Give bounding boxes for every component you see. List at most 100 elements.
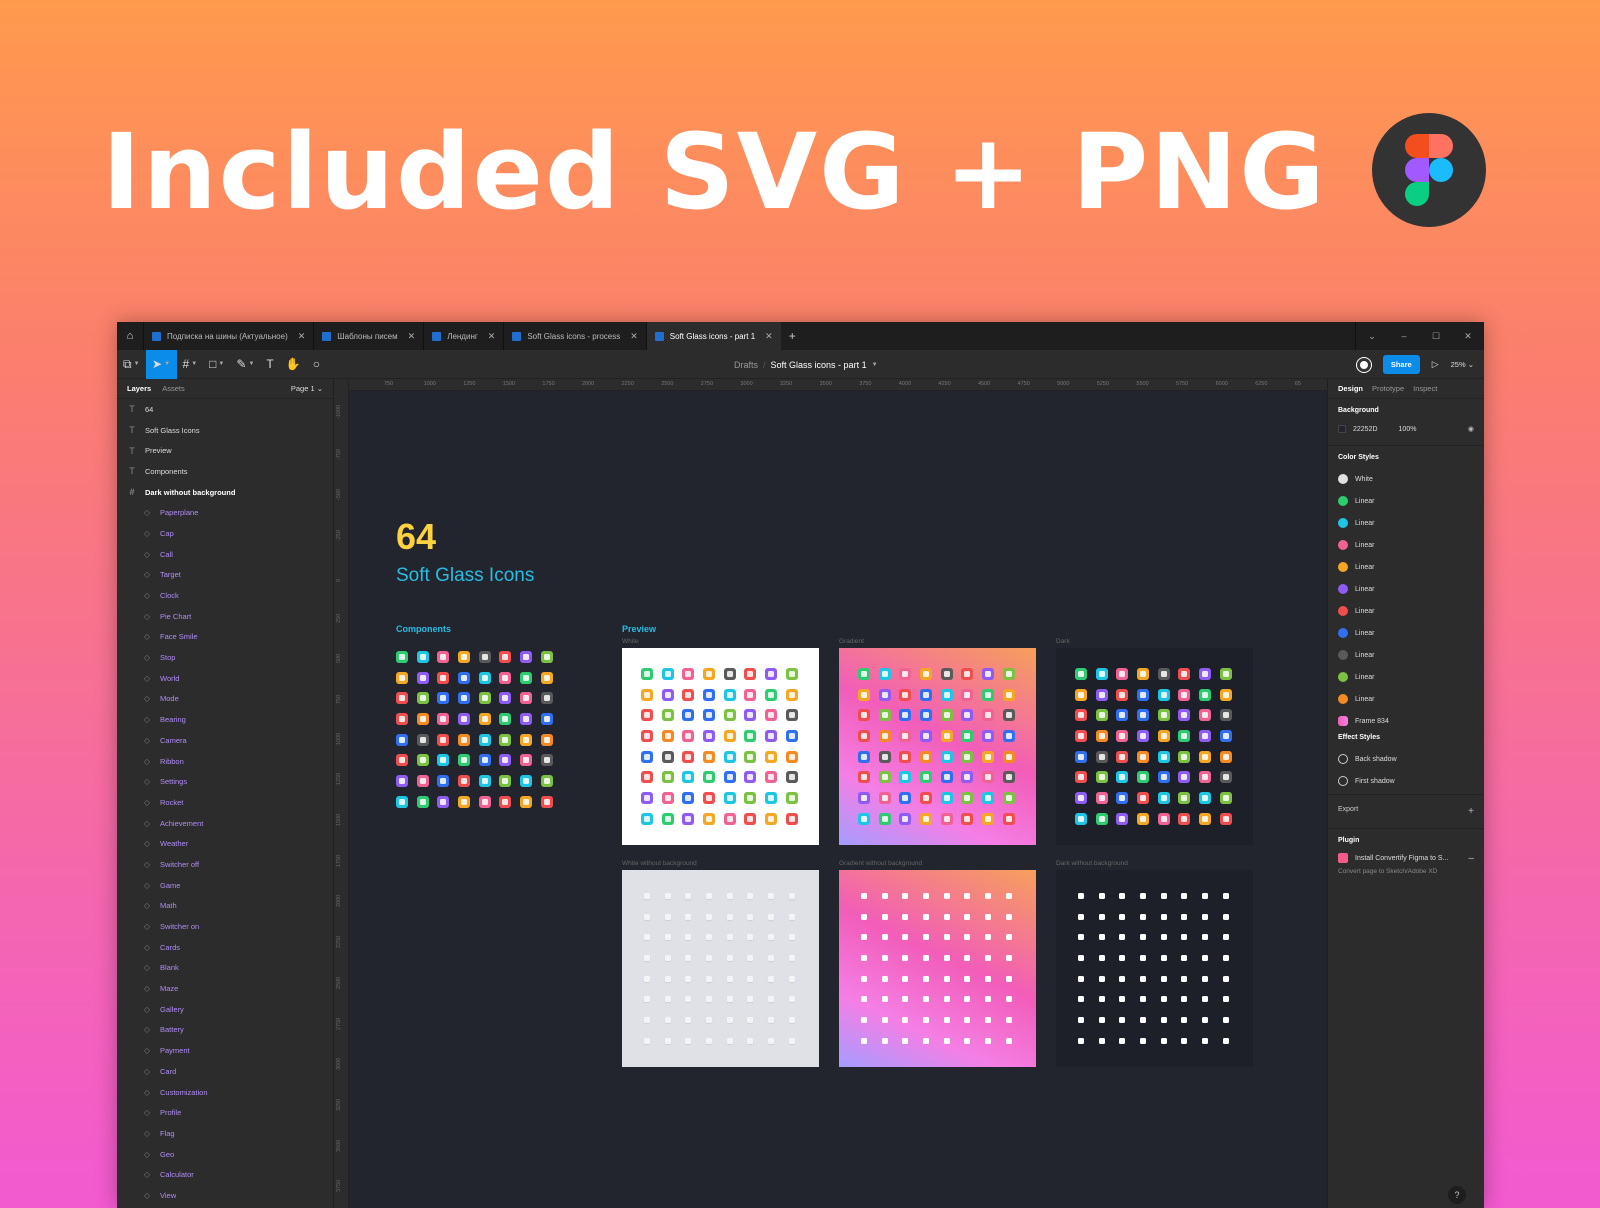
- glass-icon[interactable]: [724, 931, 736, 943]
- glass-icon[interactable]: [1219, 792, 1232, 805]
- glass-icon[interactable]: [920, 973, 932, 985]
- glass-icon[interactable]: [920, 911, 932, 923]
- glass-icon[interactable]: [682, 1014, 694, 1026]
- glass-icon[interactable]: [520, 671, 533, 684]
- glass-icon[interactable]: [1116, 668, 1129, 680]
- glass-icon[interactable]: [920, 993, 932, 1005]
- layer-item[interactable]: ◇ Bearing: [117, 709, 333, 730]
- glass-icon[interactable]: [1178, 890, 1190, 902]
- glass-icon[interactable]: [499, 692, 512, 705]
- glass-icon[interactable]: [785, 730, 798, 743]
- glass-icon[interactable]: [879, 952, 891, 964]
- glass-icon[interactable]: [1157, 750, 1170, 763]
- glass-icon[interactable]: [458, 713, 471, 726]
- glass-icon[interactable]: [520, 713, 533, 726]
- layer-item[interactable]: ◇ Ribbon: [117, 751, 333, 772]
- glass-icon[interactable]: [785, 812, 798, 825]
- move-tool[interactable]: ➤ ▼: [145, 349, 177, 379]
- preview-frame[interactable]: [1056, 870, 1253, 1067]
- glass-icon[interactable]: [682, 931, 694, 943]
- glass-icon[interactable]: [982, 771, 995, 784]
- layer-item[interactable]: ◇ Pie Chart: [117, 606, 333, 627]
- glass-icon[interactable]: [961, 911, 973, 923]
- glass-icon[interactable]: [858, 709, 870, 722]
- glass-icon[interactable]: [1158, 952, 1170, 964]
- glass-icon[interactable]: [1137, 993, 1149, 1005]
- glass-icon[interactable]: [682, 812, 695, 825]
- color-style-item[interactable]: Linear: [1338, 556, 1474, 578]
- layer-item[interactable]: ◇ Target: [117, 565, 333, 586]
- glass-icon[interactable]: [1137, 1014, 1149, 1026]
- glass-icon[interactable]: [765, 771, 778, 784]
- glass-icon[interactable]: [899, 952, 911, 964]
- glass-icon[interactable]: [1075, 812, 1087, 825]
- glass-icon[interactable]: [744, 1014, 756, 1026]
- glass-icon[interactable]: [878, 688, 891, 701]
- glass-icon[interactable]: [520, 733, 533, 746]
- glass-icon[interactable]: [1095, 688, 1108, 701]
- glass-icon[interactable]: [723, 750, 736, 763]
- glass-icon[interactable]: [899, 1014, 911, 1026]
- glass-icon[interactable]: [682, 688, 695, 701]
- preview-frame[interactable]: [839, 648, 1036, 845]
- glass-icon[interactable]: [899, 792, 912, 805]
- glass-icon[interactable]: [724, 952, 736, 964]
- glass-icon[interactable]: [1157, 709, 1170, 722]
- glass-icon[interactable]: [478, 651, 491, 663]
- glass-icon[interactable]: [1096, 931, 1108, 943]
- present-icon[interactable]: ▷: [1432, 359, 1439, 370]
- glass-icon[interactable]: [682, 993, 694, 1005]
- glass-icon[interactable]: [1002, 709, 1015, 722]
- glass-icon[interactable]: [416, 795, 429, 808]
- glass-icon[interactable]: [1157, 730, 1170, 743]
- glass-icon[interactable]: [899, 1035, 911, 1047]
- glass-icon[interactable]: [1003, 1014, 1015, 1026]
- close-window-icon[interactable]: ✕: [1452, 331, 1484, 342]
- glass-icon[interactable]: [1137, 931, 1149, 943]
- glass-icon[interactable]: [1116, 911, 1128, 923]
- glass-icon[interactable]: [765, 973, 777, 985]
- glass-icon[interactable]: [1075, 993, 1087, 1005]
- glass-icon[interactable]: [458, 775, 471, 788]
- glass-icon[interactable]: [786, 931, 798, 943]
- glass-icon[interactable]: [1157, 812, 1170, 825]
- glass-icon[interactable]: [724, 911, 736, 923]
- glass-icon[interactable]: [982, 668, 995, 680]
- glass-icon[interactable]: [765, 668, 778, 680]
- layer-item[interactable]: ◇ Face Smile: [117, 627, 333, 648]
- glass-icon[interactable]: [724, 1014, 736, 1026]
- glass-icon[interactable]: [1095, 812, 1108, 825]
- glass-icon[interactable]: [961, 668, 974, 680]
- pen-tool[interactable]: ✎ ▼: [230, 350, 260, 379]
- glass-icon[interactable]: [499, 651, 512, 663]
- glass-icon[interactable]: [879, 1035, 891, 1047]
- color-style-item[interactable]: Frame 834: [1338, 710, 1474, 732]
- glass-icon[interactable]: [1075, 1014, 1087, 1026]
- glass-icon[interactable]: [703, 709, 716, 722]
- glass-icon[interactable]: [1219, 771, 1232, 784]
- glass-icon[interactable]: [662, 993, 674, 1005]
- glass-icon[interactable]: [858, 668, 870, 680]
- glass-icon[interactable]: [786, 973, 798, 985]
- close-tab-icon[interactable]: ✕: [630, 331, 638, 342]
- preview-frame[interactable]: [1056, 648, 1253, 845]
- glass-icon[interactable]: [1003, 931, 1015, 943]
- glass-icon[interactable]: [1199, 730, 1212, 743]
- glass-icon[interactable]: [416, 754, 429, 767]
- background-opacity[interactable]: 100%: [1399, 426, 1417, 433]
- glass-icon[interactable]: [744, 952, 756, 964]
- glass-icon[interactable]: [1137, 890, 1149, 902]
- glass-icon[interactable]: [920, 890, 932, 902]
- glass-icon[interactable]: [879, 911, 891, 923]
- glass-icon[interactable]: [982, 931, 994, 943]
- effect-style-item[interactable]: First shadow: [1338, 770, 1474, 792]
- glass-icon[interactable]: [641, 1035, 653, 1047]
- glass-icon[interactable]: [641, 730, 653, 743]
- glass-icon[interactable]: [961, 812, 974, 825]
- glass-icon[interactable]: [899, 688, 912, 701]
- glass-icon[interactable]: [1178, 771, 1191, 784]
- glass-icon[interactable]: [785, 688, 798, 701]
- glass-icon[interactable]: [396, 754, 408, 767]
- glass-icon[interactable]: [878, 730, 891, 743]
- glass-icon[interactable]: [1116, 688, 1129, 701]
